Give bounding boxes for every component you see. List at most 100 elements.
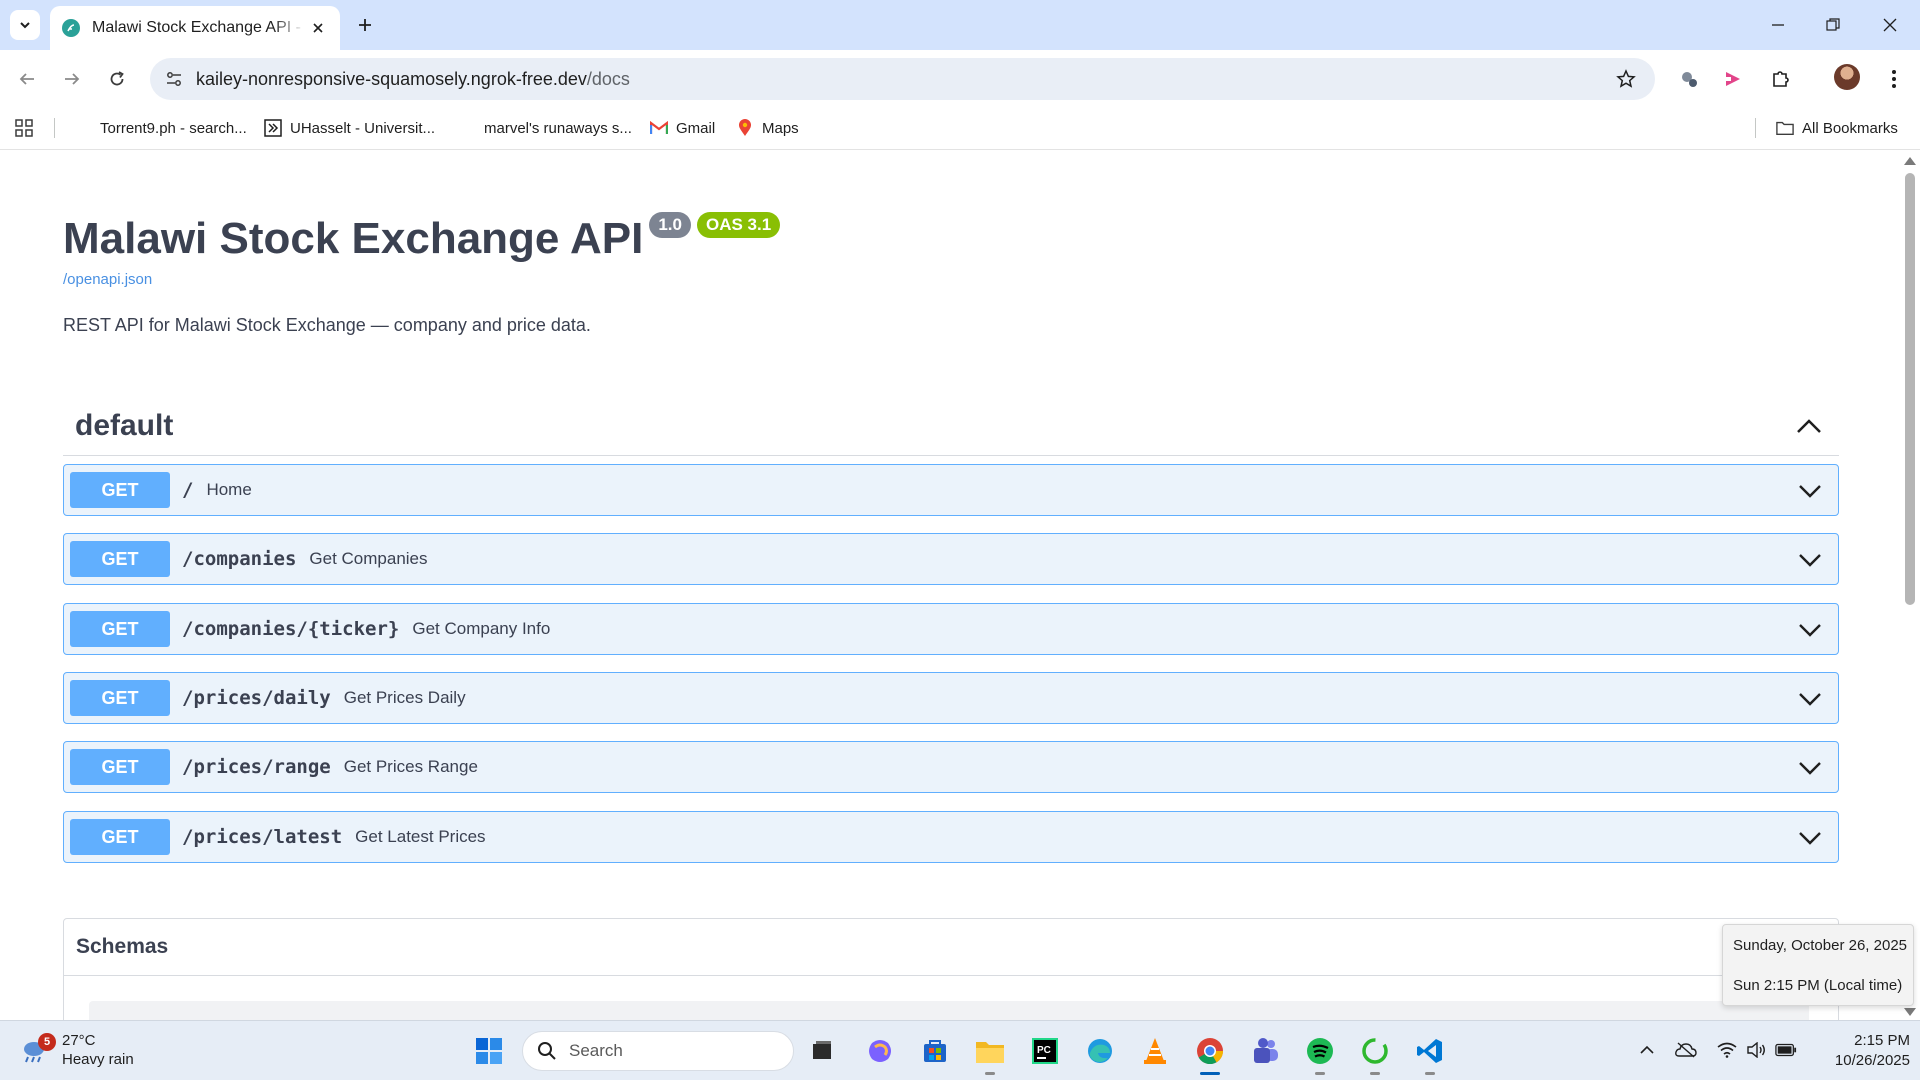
chevron-up-icon[interactable] bbox=[1789, 406, 1829, 446]
site-info-icon[interactable] bbox=[160, 65, 188, 93]
more-menu-icon[interactable] bbox=[1877, 62, 1911, 96]
bookmark-label: UHasselt - Universit... bbox=[290, 119, 436, 137]
back-arrow-icon[interactable] bbox=[10, 62, 44, 96]
gmail-icon bbox=[650, 119, 668, 137]
running-indicator bbox=[985, 1072, 995, 1075]
bookmark-torrent9[interactable]: Torrent9.ph - search... bbox=[74, 116, 247, 140]
loading-circle-app-icon[interactable] bbox=[1357, 1033, 1393, 1075]
puzzle-extensions-icon[interactable] bbox=[1764, 62, 1798, 96]
bookmark-star-icon[interactable] bbox=[1611, 64, 1641, 94]
tag-name: default bbox=[75, 408, 174, 442]
minimize-icon[interactable] bbox=[1760, 8, 1796, 42]
operation-get-home[interactable]: GET / Home bbox=[63, 464, 1839, 516]
file-explorer-icon[interactable] bbox=[972, 1033, 1008, 1075]
running-indicator bbox=[1315, 1072, 1325, 1075]
weather-temperature: 27°C bbox=[62, 1032, 96, 1049]
uhasselt-favicon-icon bbox=[264, 119, 282, 137]
task-view-icon[interactable] bbox=[804, 1033, 840, 1069]
chevron-down-icon[interactable] bbox=[1796, 685, 1824, 713]
chevron-down-icon[interactable] bbox=[1796, 477, 1824, 505]
extension-icon[interactable] bbox=[1672, 62, 1706, 96]
pycharm-icon[interactable]: PC bbox=[1027, 1033, 1063, 1069]
scrollbar-thumb[interactable] bbox=[1905, 173, 1915, 605]
bookmark-label: Maps bbox=[762, 119, 799, 137]
microsoft-store-icon[interactable] bbox=[917, 1033, 953, 1069]
chevron-up-tray-icon[interactable] bbox=[1636, 1039, 1658, 1061]
operation-get-companies[interactable]: GET /companies Get Companies bbox=[63, 533, 1839, 585]
api-title: Malawi Stock Exchange API bbox=[63, 214, 644, 263]
schemas-header[interactable]: Schemas bbox=[64, 919, 1838, 976]
operation-summary: Home bbox=[206, 480, 252, 499]
version-badge: 1.0 bbox=[649, 212, 691, 238]
new-tab-plus-icon[interactable] bbox=[352, 12, 378, 38]
windows-start-icon[interactable] bbox=[471, 1033, 507, 1069]
chrome-icon[interactable] bbox=[1192, 1033, 1228, 1075]
tag-section-header[interactable]: default bbox=[63, 396, 1839, 456]
address-bar[interactable]: kailey-nonresponsive-squamosely.ngrok-fr… bbox=[150, 58, 1655, 100]
close-window-icon[interactable] bbox=[1872, 8, 1908, 42]
apps-grid-icon[interactable] bbox=[14, 116, 34, 140]
teams-icon[interactable] bbox=[1247, 1033, 1283, 1069]
browser-toolbar: kailey-nonresponsive-squamosely.ngrok-fr… bbox=[0, 50, 1920, 106]
rain-cloud-icon: 5 bbox=[20, 1033, 56, 1065]
battery-icon[interactable] bbox=[1775, 1039, 1797, 1061]
copilot-icon[interactable] bbox=[862, 1033, 898, 1069]
svg-text:PC: PC bbox=[1037, 1045, 1051, 1056]
operation-path: /companies bbox=[182, 548, 297, 570]
volume-icon[interactable] bbox=[1745, 1039, 1767, 1061]
operation-path: / bbox=[182, 479, 194, 501]
operation-get-latest-prices[interactable]: GET /prices/latest Get Latest Prices bbox=[63, 811, 1839, 863]
weather-widget[interactable]: 5 27°C Heavy rain bbox=[20, 1031, 134, 1069]
taskbar-search-box[interactable]: Search bbox=[522, 1031, 794, 1071]
restore-icon[interactable] bbox=[1815, 8, 1851, 42]
operation-get-prices-daily[interactable]: GET /prices/daily Get Prices Daily bbox=[63, 672, 1839, 724]
bookmark-gmail[interactable]: Gmail bbox=[650, 116, 715, 140]
close-tab-icon[interactable] bbox=[309, 18, 328, 38]
taskbar-clock[interactable]: 2:15 PM 10/26/2025 bbox=[1810, 1031, 1910, 1071]
operation-path: /prices/range bbox=[182, 756, 331, 778]
chevron-down-icon[interactable] bbox=[1796, 616, 1824, 644]
vlc-icon[interactable] bbox=[1137, 1033, 1173, 1069]
browser-tab-bar: Malawi Stock Exchange API - Swagger UI bbox=[0, 0, 1920, 50]
running-indicator bbox=[1425, 1072, 1435, 1075]
operation-summary: Get Latest Prices bbox=[355, 827, 486, 846]
scroll-up-arrow-icon[interactable] bbox=[1904, 157, 1916, 165]
swagger-page: Malawi Stock Exchange API 1.0 OAS 3.1 /o… bbox=[0, 151, 1900, 1020]
profile-avatar[interactable] bbox=[1834, 64, 1860, 90]
tooltip-local-time: Sun 2:15 PM (Local time) bbox=[1733, 977, 1903, 994]
chevron-down-icon[interactable] bbox=[1796, 754, 1824, 782]
openapi-json-link[interactable]: /openapi.json bbox=[63, 271, 152, 288]
bookmark-marvels-runaways[interactable]: marvel's runaways s... bbox=[458, 116, 632, 140]
clock-time: 2:15 PM bbox=[1854, 1032, 1910, 1049]
schema-model-box[interactable] bbox=[89, 1001, 1809, 1020]
method-badge: GET bbox=[70, 819, 170, 855]
reload-icon[interactable] bbox=[100, 62, 134, 96]
method-badge: GET bbox=[70, 472, 170, 508]
tab-search-button[interactable] bbox=[10, 10, 40, 40]
chevron-down-icon bbox=[20, 22, 30, 29]
active-tab[interactable]: Malawi Stock Exchange API - Swagger UI bbox=[50, 6, 340, 50]
forward-arrow-icon[interactable] bbox=[55, 62, 89, 96]
vscode-icon[interactable] bbox=[1412, 1033, 1448, 1075]
schemas-section: Schemas bbox=[63, 918, 1839, 1020]
media-extension-icon[interactable] bbox=[1716, 62, 1750, 96]
method-badge: GET bbox=[70, 680, 170, 716]
tooltip-date: Sunday, October 26, 2025 bbox=[1733, 937, 1908, 954]
operation-get-prices-range[interactable]: GET /prices/range Get Prices Range bbox=[63, 741, 1839, 793]
page-scrollbar[interactable] bbox=[1900, 151, 1920, 1020]
chevron-down-icon[interactable] bbox=[1796, 824, 1824, 852]
method-badge: GET bbox=[70, 749, 170, 785]
url-path: /docs bbox=[586, 68, 630, 89]
all-bookmarks-button[interactable]: All Bookmarks bbox=[1776, 116, 1898, 140]
scroll-down-arrow-icon[interactable] bbox=[1904, 1008, 1916, 1016]
spotify-icon[interactable] bbox=[1302, 1033, 1338, 1075]
bookmark-maps[interactable]: Maps bbox=[736, 116, 799, 140]
operation-get-company-info[interactable]: GET /companies/{ticker} Get Company Info bbox=[63, 603, 1839, 655]
wifi-icon[interactable] bbox=[1716, 1039, 1738, 1061]
bookmark-uhasselt[interactable]: UHasselt - Universit... bbox=[264, 116, 435, 140]
chevron-down-icon[interactable] bbox=[1796, 546, 1824, 574]
edge-icon[interactable] bbox=[1082, 1033, 1118, 1069]
operation-path: /companies/{ticker} bbox=[182, 618, 400, 640]
weather-condition: Heavy rain bbox=[62, 1051, 134, 1068]
onedrive-offline-icon[interactable] bbox=[1675, 1039, 1697, 1061]
